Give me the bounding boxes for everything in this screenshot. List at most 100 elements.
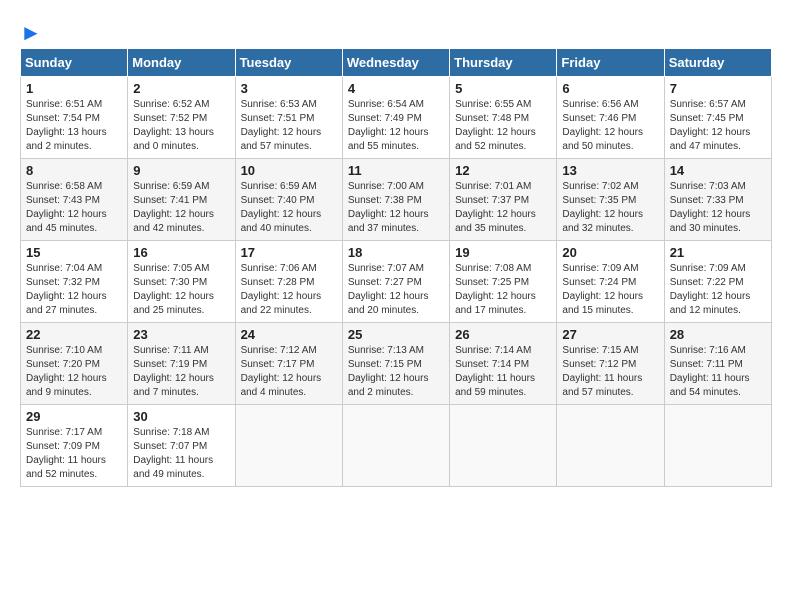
day-number: 15 [26,245,122,260]
day-number: 16 [133,245,229,260]
day-number: 1 [26,81,122,96]
weekday-header-saturday: Saturday [664,49,771,77]
calendar-header-row: SundayMondayTuesdayWednesdayThursdayFrid… [21,49,772,77]
calendar-week-row: 29 Sunrise: 7:17 AMSunset: 7:09 PMDayligh… [21,405,772,487]
calendar-cell: 14Sunrise: 7:03 AMSunset: 7:33 PMDayligh… [664,159,771,241]
header: ► [20,20,772,42]
weekday-header-wednesday: Wednesday [342,49,449,77]
cell-info: Sunrise: 7:07 AMSunset: 7:27 PMDaylight:… [348,262,444,318]
cell-info: Sunrise: 7:12 AMSunset: 7:17 PMDaylight:… [241,344,337,400]
day-number: 19 [455,245,551,260]
calendar-cell: 29 Sunrise: 7:17 AMSunset: 7:09 PMDayligh… [21,405,128,487]
calendar-cell: 26 Sunrise: 7:14 AMSunset: 7:14 PMDayligh… [450,323,557,405]
day-number: 3 [241,81,337,96]
calendar-cell: 18 Sunrise: 7:07 AMSunset: 7:27 PMDayligh… [342,241,449,323]
cell-info: Sunrise: 6:59 AMSunset: 7:40 PMDaylight:… [241,180,337,236]
calendar-cell: 24Sunrise: 7:12 AMSunset: 7:17 PMDayligh… [235,323,342,405]
weekday-header-tuesday: Tuesday [235,49,342,77]
calendar-cell: 17Sunrise: 7:06 AMSunset: 7:28 PMDayligh… [235,241,342,323]
cell-info: Sunrise: 7:09 AMSunset: 7:24 PMDaylight:… [562,262,658,318]
calendar-cell: 21 Sunrise: 7:09 AMSunset: 7:22 PMDayligh… [664,241,771,323]
cell-info: Sunrise: 7:04 AMSunset: 7:32 PMDaylight:… [26,262,122,318]
calendar-cell [450,405,557,487]
calendar-cell: 27 Sunrise: 7:15 AMSunset: 7:12 PMDayligh… [557,323,664,405]
cell-info: Sunrise: 6:52 AMSunset: 7:52 PMDaylight:… [133,98,229,154]
cell-info: Sunrise: 6:51 AMSunset: 7:54 PMDaylight:… [26,98,122,154]
day-number: 27 [562,327,658,342]
calendar-cell [664,405,771,487]
calendar-cell [235,405,342,487]
calendar-cell: 25 Sunrise: 7:13 AMSunset: 7:15 PMDayligh… [342,323,449,405]
day-number: 9 [133,163,229,178]
calendar-cell: 23 Sunrise: 7:11 AMSunset: 7:19 PMDayligh… [128,323,235,405]
calendar-cell: 13 Sunrise: 7:02 AMSunset: 7:35 PMDayligh… [557,159,664,241]
calendar-cell: 30 Sunrise: 7:18 AMSunset: 7:07 PMDayligh… [128,405,235,487]
calendar-cell: 7Sunrise: 6:57 AMSunset: 7:45 PMDaylight… [664,77,771,159]
day-number: 13 [562,163,658,178]
day-number: 29 [26,409,122,424]
main-container: ► SundayMondayTuesdayWednesdayThursdayFr… [0,0,792,497]
calendar-cell: 6Sunrise: 6:56 AMSunset: 7:46 PMDaylight… [557,77,664,159]
calendar-cell: 20 Sunrise: 7:09 AMSunset: 7:24 PMDayligh… [557,241,664,323]
day-number: 30 [133,409,229,424]
day-number: 22 [26,327,122,342]
calendar-cell: 10 Sunrise: 6:59 AMSunset: 7:40 PMDayligh… [235,159,342,241]
day-number: 20 [562,245,658,260]
day-number: 4 [348,81,444,96]
cell-info: Sunrise: 7:10 AMSunset: 7:20 PMDaylight:… [26,344,122,400]
day-number: 23 [133,327,229,342]
calendar-week-row: 15 Sunrise: 7:04 AMSunset: 7:32 PMDayligh… [21,241,772,323]
cell-info: Sunrise: 6:54 AMSunset: 7:49 PMDaylight:… [348,98,444,154]
weekday-header-friday: Friday [557,49,664,77]
logo: ► [20,20,42,42]
cell-info: Sunrise: 7:08 AMSunset: 7:25 PMDaylight:… [455,262,551,318]
calendar-cell: 12 Sunrise: 7:01 AMSunset: 7:37 PMDayligh… [450,159,557,241]
day-number: 18 [348,245,444,260]
calendar-cell: 5 Sunrise: 6:55 AMSunset: 7:48 PMDaylight… [450,77,557,159]
day-number: 11 [348,163,444,178]
cell-info: Sunrise: 7:00 AMSunset: 7:38 PMDaylight:… [348,180,444,236]
day-number: 26 [455,327,551,342]
cell-info: Sunrise: 6:57 AMSunset: 7:45 PMDaylight:… [670,98,766,154]
cell-info: Sunrise: 6:55 AMSunset: 7:48 PMDaylight:… [455,98,551,154]
logo-text: ► [20,20,42,46]
cell-info: Sunrise: 7:06 AMSunset: 7:28 PMDaylight:… [241,262,337,318]
cell-info: Sunrise: 7:09 AMSunset: 7:22 PMDaylight:… [670,262,766,318]
cell-info: Sunrise: 7:01 AMSunset: 7:37 PMDaylight:… [455,180,551,236]
day-number: 6 [562,81,658,96]
cell-info: Sunrise: 7:11 AMSunset: 7:19 PMDaylight:… [133,344,229,400]
day-number: 28 [670,327,766,342]
weekday-header-sunday: Sunday [21,49,128,77]
calendar-cell: 9 Sunrise: 6:59 AMSunset: 7:41 PMDaylight… [128,159,235,241]
cell-info: Sunrise: 7:14 AMSunset: 7:14 PMDaylight:… [455,344,551,400]
day-number: 14 [670,163,766,178]
logo-triangle-shape: ► [20,20,42,45]
day-number: 8 [26,163,122,178]
cell-info: Sunrise: 6:58 AMSunset: 7:43 PMDaylight:… [26,180,122,236]
cell-info: Sunrise: 7:15 AMSunset: 7:12 PMDaylight:… [562,344,658,400]
calendar-week-row: 22 Sunrise: 7:10 AMSunset: 7:20 PMDayligh… [21,323,772,405]
calendar-cell: 22 Sunrise: 7:10 AMSunset: 7:20 PMDayligh… [21,323,128,405]
day-number: 2 [133,81,229,96]
day-number: 10 [241,163,337,178]
day-number: 21 [670,245,766,260]
calendar-week-row: 8 Sunrise: 6:58 AMSunset: 7:43 PMDaylight… [21,159,772,241]
cell-info: Sunrise: 7:02 AMSunset: 7:35 PMDaylight:… [562,180,658,236]
calendar-cell: 8 Sunrise: 6:58 AMSunset: 7:43 PMDaylight… [21,159,128,241]
cell-info: Sunrise: 6:53 AMSunset: 7:51 PMDaylight:… [241,98,337,154]
calendar-week-row: 1 Sunrise: 6:51 AMSunset: 7:54 PMDaylight… [21,77,772,159]
cell-info: Sunrise: 7:13 AMSunset: 7:15 PMDaylight:… [348,344,444,400]
cell-info: Sunrise: 7:16 AMSunset: 7:11 PMDaylight:… [670,344,766,400]
calendar-cell: 3 Sunrise: 6:53 AMSunset: 7:51 PMDaylight… [235,77,342,159]
cell-info: Sunrise: 6:59 AMSunset: 7:41 PMDaylight:… [133,180,229,236]
calendar-cell: 15 Sunrise: 7:04 AMSunset: 7:32 PMDayligh… [21,241,128,323]
day-number: 5 [455,81,551,96]
calendar-cell [342,405,449,487]
day-number: 25 [348,327,444,342]
calendar-cell: 11 Sunrise: 7:00 AMSunset: 7:38 PMDayligh… [342,159,449,241]
cell-info: Sunrise: 7:18 AMSunset: 7:07 PMDaylight:… [133,426,229,482]
cell-info: Sunrise: 7:17 AMSunset: 7:09 PMDaylight:… [26,426,122,482]
day-number: 12 [455,163,551,178]
calendar-table: SundayMondayTuesdayWednesdayThursdayFrid… [20,48,772,487]
weekday-header-monday: Monday [128,49,235,77]
